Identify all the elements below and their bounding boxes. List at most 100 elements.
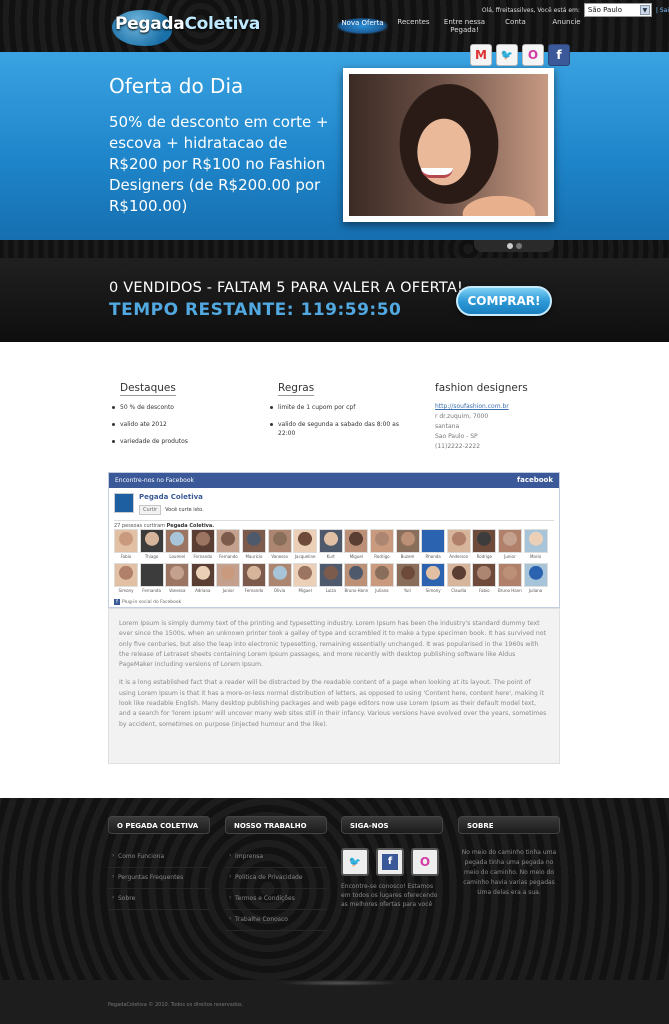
fan-name: Juliana [375, 588, 389, 593]
fan-name: Fernanda [142, 588, 161, 593]
site-logo[interactable]: PegadaColetiva [112, 8, 260, 48]
facebook-page-info: Pegada Coletiva Curtir Você curte isto. [114, 493, 204, 515]
follow-text: Encontre-se conosco! Estamos em todos os… [341, 883, 438, 908]
footer-link-imprensa[interactable]: Imprensa [225, 850, 327, 868]
fan-item[interactable]: Adriana [190, 563, 215, 594]
main-nav: Nova Oferta Recentes Entre nessa Pegada!… [337, 18, 592, 34]
company-website-link[interactable]: http://soufashion.com.br [435, 403, 509, 410]
fan-item[interactable]: Fernanda [139, 563, 164, 594]
fan-item[interactable]: Loumiel [165, 529, 190, 560]
user-greeting: Olá, ffreitassilves, Você está em: [481, 6, 580, 14]
twitter-icon[interactable]: 🐦 [496, 44, 518, 66]
fan-name: Simony [425, 588, 441, 593]
fan-item[interactable]: Yuri [395, 563, 420, 594]
fan-item[interactable]: Bruno Hann [344, 563, 369, 594]
fan-item[interactable]: Luiza [318, 563, 343, 594]
avatar [241, 529, 266, 553]
fan-item[interactable]: Miguel [344, 529, 369, 560]
fan-item[interactable]: Juliana [523, 563, 548, 594]
fan-name: Kurt [326, 554, 335, 559]
slider-dot-2[interactable] [515, 243, 522, 249]
footer-link-sobre[interactable]: Sobre [108, 892, 210, 910]
footer-link-perguntas[interactable]: Perguntas Frequentes [108, 871, 210, 889]
nav-item-entre-nessa-pegada[interactable]: Entre nessa Pegada! [439, 18, 490, 34]
logout-link[interactable]: | Sai [656, 7, 669, 14]
facebook-icon[interactable]: f [376, 848, 404, 876]
page-avatar[interactable] [114, 493, 134, 513]
fan-name: Olivia [273, 588, 286, 593]
fan-item[interactable]: Buzem [395, 529, 420, 560]
fan-item[interactable]: Simony [114, 563, 138, 594]
fan-item[interactable]: Junior [497, 529, 522, 560]
facebook-icon[interactable]: f [548, 44, 570, 66]
orkut-icon[interactable]: O [411, 848, 439, 876]
avatar [369, 529, 394, 553]
gmail-icon[interactable]: M [470, 44, 492, 66]
nav-item-anuncie[interactable]: Anuncie [541, 18, 592, 34]
fan-item[interactable]: Vanessa [165, 563, 190, 594]
fan-name: Junior [222, 588, 235, 593]
footer-link-como-funciona[interactable]: Como Funciona [108, 850, 210, 868]
rules-title: Regras [278, 382, 315, 396]
list-item: 50 % de desconto [109, 403, 259, 412]
footer-link-termos[interactable]: Termos e Condições [225, 892, 327, 910]
fan-item[interactable]: Fernando [241, 563, 266, 594]
facebook-brand[interactable]: facebook [517, 473, 553, 488]
buy-button[interactable]: COMPRAR! [456, 286, 552, 316]
footer-link-trabalhe[interactable]: Trabalhe Conosco [225, 913, 327, 931]
fan-item[interactable]: Fabio [114, 529, 138, 560]
fan-item[interactable]: Anderson [446, 529, 471, 560]
fan-name: Fabio [479, 588, 490, 593]
fan-name: Bruno Hann [344, 588, 369, 593]
logo-text-part1: Pegada [115, 14, 185, 34]
fan-item[interactable]: Rhonda [421, 529, 446, 560]
fan-item[interactable]: Rodrigo [369, 529, 394, 560]
fan-item[interactable]: Thiago [139, 529, 164, 560]
fan-item[interactable]: Bruno Hann [497, 563, 522, 594]
fan-item[interactable]: Fernando [216, 529, 241, 560]
fan-item[interactable]: Mario [523, 529, 548, 560]
orkut-icon[interactable]: O [522, 44, 544, 66]
fan-item[interactable]: Maurício [241, 529, 266, 560]
footer-column-sobre: SOBRE No meio do caminho tinha uma pegad… [458, 816, 560, 898]
nav-item-recentes[interactable]: Recentes [388, 18, 439, 34]
company-city: Sao Paulo - SP [435, 433, 478, 440]
fan-item[interactable]: Jacqueline [293, 529, 318, 560]
fan-item[interactable]: Simony [421, 563, 446, 594]
fan-item[interactable]: Fabio [472, 563, 497, 594]
fan-name: Fernando [219, 554, 238, 559]
facebook-box-header: Encontre-nos no Facebook facebook [109, 473, 559, 488]
fan-count: 27 pessoas curtiram Pegada Coletiva. [114, 520, 554, 529]
fan-item[interactable]: Claudia [446, 563, 471, 594]
fan-item[interactable]: Junior [216, 563, 241, 594]
nav-item-conta[interactable]: Conta [490, 18, 541, 34]
fan-item[interactable]: Olivia [267, 563, 292, 594]
nav-item-nova-oferta[interactable]: Nova Oferta [337, 18, 388, 34]
fan-name: Vanessa [271, 554, 288, 559]
fan-item[interactable]: Fernando [190, 529, 215, 560]
footer-column-work: NOSSO TRABALHO Imprensa Politica de Priv… [225, 816, 327, 934]
fan-item[interactable]: Miguel [293, 563, 318, 594]
fan-item[interactable]: Kurt [318, 529, 343, 560]
fan-item[interactable]: Juliana [369, 563, 394, 594]
avatar [446, 529, 471, 553]
twitter-icon[interactable]: 🐦 [341, 848, 369, 876]
fan-name: Simony [118, 588, 134, 593]
city-selected-value: São Paulo [587, 6, 623, 14]
fan-name: Junior [504, 554, 516, 559]
company-street: r dr.zuquim, 7000 [435, 413, 489, 420]
city-select[interactable]: São Paulo ▼ [583, 3, 652, 17]
fan-item[interactable]: Vanessa [267, 529, 292, 560]
fan-name: Fernando [244, 588, 264, 593]
slider-dots [474, 240, 554, 252]
like-button[interactable]: Curtir [139, 505, 162, 515]
fan-item[interactable]: Rodrigo [472, 529, 497, 560]
facebook-page-name[interactable]: Pegada Coletiva [139, 493, 204, 501]
sales-status: 0 VENDIDOS - FALTAM 5 PARA VALER A OFERT… [109, 280, 463, 296]
footer-link-privacidade[interactable]: Politica de Privacidade [225, 871, 327, 889]
share-icons: M 🐦 O f [470, 44, 570, 66]
fan-name: Fabio [120, 554, 132, 559]
slider-dot-1[interactable] [506, 243, 513, 249]
fan-name: Maurício [245, 554, 263, 559]
countdown-bar: 0 VENDIDOS - FALTAM 5 PARA VALER A OFERT… [0, 258, 669, 342]
